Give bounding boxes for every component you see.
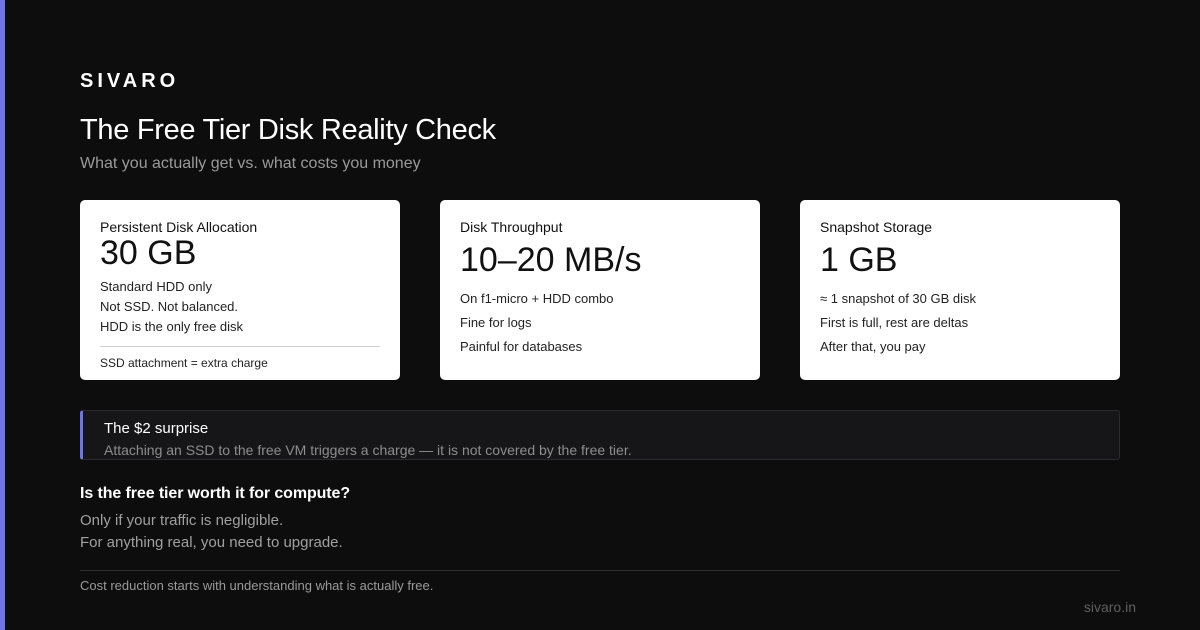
card-value: 30 GB xyxy=(100,234,197,272)
card-value: 1 GB xyxy=(820,241,898,279)
card-line: HDD is the only free disk xyxy=(100,319,244,334)
card-line: ≈ 1 snapshot of 30 GB disk xyxy=(820,291,976,306)
card-line: Painful for databases xyxy=(460,339,583,354)
card-line: Fine for logs xyxy=(460,315,532,330)
page-subtitle: What you actually get vs. what costs you… xyxy=(80,155,421,172)
card-value: 10–20 MB/s xyxy=(460,241,642,279)
left-accent-bar xyxy=(0,0,5,630)
card-line: First is full, rest are deltas xyxy=(820,315,969,330)
card-line: Standard HDD only xyxy=(100,279,212,294)
callout-box: The $2 surprise Attaching an SSD to the … xyxy=(80,410,1120,460)
callout-text: Attaching an SSD to the free VM triggers… xyxy=(104,442,632,458)
card-divider xyxy=(100,346,380,347)
page-title: The Free Tier Disk Reality Check xyxy=(80,114,496,146)
answer-text: Only if your traffic is negligible. For … xyxy=(80,510,343,554)
card-line: On f1-micro + HDD combo xyxy=(460,291,614,306)
card-label: Disk Throughput xyxy=(460,219,563,235)
card-persistent-disk: Persistent Disk Allocation 30 GB Standar… xyxy=(80,200,400,380)
answer-line: Only if your traffic is negligible. xyxy=(80,512,284,529)
card-snapshot-storage: Snapshot Storage 1 GB ≈ 1 snapshot of 30… xyxy=(800,200,1120,380)
card-line: After that, you pay xyxy=(820,339,926,354)
footer-url: sivaro.in xyxy=(1083,599,1136,615)
answer-line: For anything real, you need to upgrade. xyxy=(80,534,343,551)
brand-logo: SIVARO xyxy=(80,70,180,92)
card-label: Persistent Disk Allocation xyxy=(100,219,258,235)
footer-note: Cost reduction starts with understanding… xyxy=(80,578,434,593)
footer-divider xyxy=(80,570,1120,571)
card-line: Not SSD. Not balanced. xyxy=(100,299,239,314)
question-heading: Is the free tier worth it for compute? xyxy=(80,485,351,502)
card-note: SSD attachment = extra charge xyxy=(100,356,268,370)
card-disk-throughput: Disk Throughput 10–20 MB/s On f1-micro +… xyxy=(440,200,760,380)
callout-title: The $2 surprise xyxy=(104,420,209,437)
card-label: Snapshot Storage xyxy=(820,219,933,235)
